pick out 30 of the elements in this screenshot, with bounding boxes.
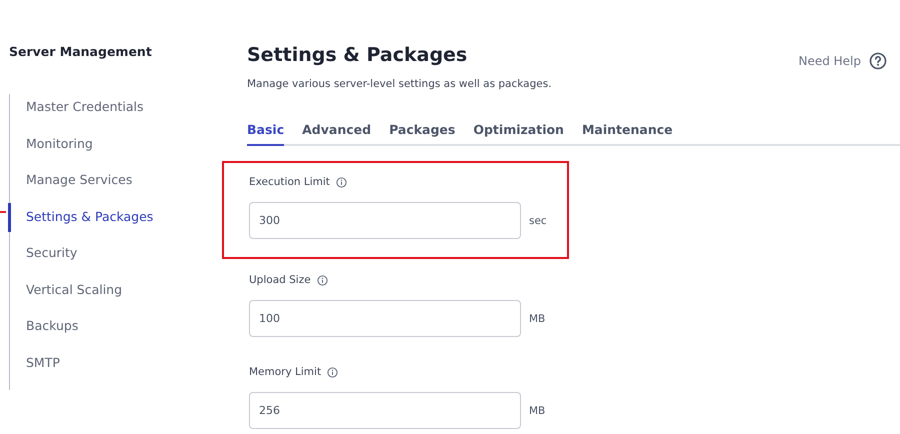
help-link[interactable]: Need Help [798, 52, 887, 70]
unit-label: MB [529, 312, 546, 324]
sidebar-item[interactable]: Settings & Packages [8, 202, 154, 232]
page-title: Settings & Packages [247, 43, 468, 67]
sidebar-item[interactable]: SMTP [8, 354, 60, 372]
tab[interactable]: Maintenance [582, 122, 673, 146]
page-subtitle: Manage various server-level settings as well as packages. [247, 78, 552, 90]
sidebar-title: Server Management [9, 44, 153, 61]
info-icon[interactable] [336, 176, 347, 188]
help-icon[interactable] [869, 52, 887, 70]
unit-label: sec [529, 214, 547, 226]
input-field[interactable]: 300 [249, 202, 521, 239]
tab[interactable]: Optimization [473, 122, 564, 146]
input-field[interactable]: 256 [249, 392, 521, 429]
field-label: Memory Limit [249, 366, 322, 378]
tab[interactable]: Advanced [302, 122, 372, 146]
sidebar-item[interactable]: Master Credentials [8, 98, 144, 116]
tab[interactable]: Packages [389, 122, 456, 146]
info-icon[interactable] [316, 274, 328, 286]
sidebar-item[interactable]: Security [8, 244, 78, 262]
input-field[interactable]: 100 [249, 300, 521, 337]
sidebar-item[interactable]: Manage Services [8, 171, 132, 189]
info-icon[interactable] [327, 366, 338, 378]
sidebar-item[interactable]: Vertical Scaling [8, 280, 122, 298]
sidebar-item[interactable]: Monitoring [8, 134, 93, 152]
field-label: Upload Size [249, 274, 311, 286]
tab[interactable]: Basic [247, 122, 284, 146]
sidebar-item[interactable]: Backups [8, 317, 78, 335]
unit-label: MB [529, 404, 546, 416]
field-label: Execution Limit [249, 176, 330, 188]
